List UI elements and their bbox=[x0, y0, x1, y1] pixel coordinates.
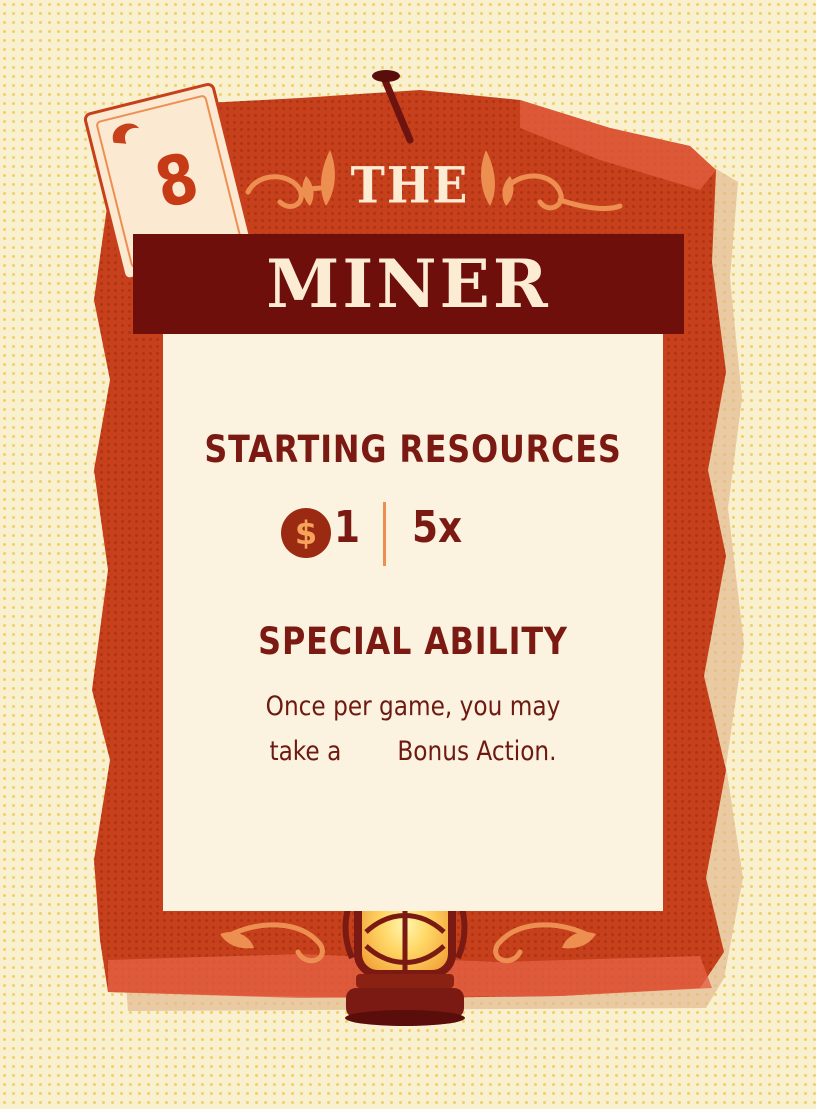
special-ability-text: Once per game, you may take a Bonus Acti… bbox=[163, 684, 663, 774]
special-ability-heading: SPECIAL ABILITY bbox=[258, 620, 568, 663]
gold-count: 5x bbox=[412, 502, 463, 553]
ability-line-1: Once per game, you may bbox=[265, 691, 561, 722]
resource-separator bbox=[383, 502, 386, 566]
ability-line-2-after: Bonus Action. bbox=[397, 736, 557, 767]
money-amount: 1 bbox=[334, 502, 361, 553]
coin-icon: $ bbox=[281, 508, 331, 558]
ability-line-2-before: take a bbox=[269, 736, 342, 767]
card-title-prefix: THE bbox=[350, 155, 470, 215]
ability-line-2: take a Bonus Action. bbox=[198, 729, 628, 774]
character-card: THE MINER 8 STARTING RESOURCES $ 1 5x SP… bbox=[0, 0, 816, 1109]
card-title: MINER bbox=[266, 245, 551, 323]
starting-resources-heading: STARTING RESOURCES bbox=[204, 428, 622, 471]
